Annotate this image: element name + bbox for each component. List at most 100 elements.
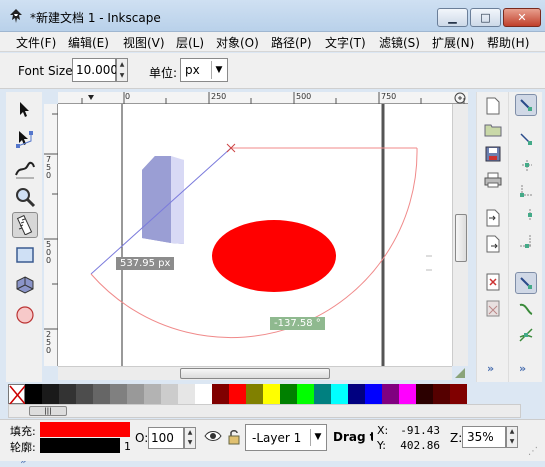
palette-swatch[interactable] bbox=[399, 384, 416, 404]
unit-label: 单位: bbox=[149, 66, 178, 80]
snap-controls-bar: » bbox=[508, 92, 542, 382]
palette-swatch[interactable] bbox=[59, 384, 76, 404]
menu-layer[interactable]: 层(L) bbox=[176, 34, 204, 51]
horizontal-scrollbar-thumb[interactable] bbox=[180, 368, 330, 379]
lock-icon[interactable] bbox=[228, 429, 240, 448]
palette-swatch[interactable] bbox=[178, 384, 195, 404]
menu-path[interactable]: 路径(P) bbox=[271, 34, 312, 51]
new-document-icon[interactable] bbox=[483, 96, 503, 116]
red-ellipse-shape[interactable] bbox=[212, 220, 336, 292]
snap-bbox-corner-icon[interactable] bbox=[515, 178, 537, 200]
snap-enable-icon[interactable] bbox=[515, 94, 537, 116]
palette-swatch[interactable] bbox=[42, 384, 59, 404]
export-icon[interactable] bbox=[483, 234, 503, 254]
snap-center-icon[interactable] bbox=[515, 230, 537, 252]
fill-color-indicator[interactable] bbox=[40, 422, 130, 437]
delete-icon[interactable] bbox=[483, 272, 503, 292]
layer-dropdown[interactable]: -Layer 1 ▼ bbox=[245, 424, 327, 451]
minimize-button[interactable]: ▁ bbox=[437, 8, 468, 27]
palette-swatch[interactable] bbox=[161, 384, 178, 404]
zoom-spinner[interactable]: ▲ ▼ bbox=[506, 426, 518, 448]
palette-swatch[interactable] bbox=[416, 384, 433, 404]
palette-swatch[interactable] bbox=[314, 384, 331, 404]
print-icon[interactable] bbox=[483, 170, 503, 190]
inkscape-logo-icon bbox=[10, 9, 22, 23]
vertical-scrollbar[interactable] bbox=[452, 104, 468, 366]
palette-swatch[interactable] bbox=[450, 384, 467, 404]
drawing-canvas[interactable]: 537.95 px -137.58 ° bbox=[58, 104, 452, 366]
node-tool-icon[interactable] bbox=[12, 126, 38, 152]
palette-swatch[interactable] bbox=[93, 384, 110, 404]
palette-swatch[interactable] bbox=[365, 384, 382, 404]
menu-extensions[interactable]: 扩展(N) bbox=[432, 34, 474, 51]
stroke-width-value[interactable]: 1 bbox=[124, 440, 131, 453]
menu-help[interactable]: 帮助(H) bbox=[487, 34, 529, 51]
unit-dropdown[interactable]: px ▼ bbox=[180, 58, 228, 82]
tweak-tool-icon[interactable] bbox=[12, 156, 38, 182]
palette-swatch[interactable] bbox=[280, 384, 297, 404]
color-management-icon[interactable] bbox=[453, 366, 468, 380]
palette-swatch[interactable] bbox=[297, 384, 314, 404]
snap-bbox-icon[interactable] bbox=[515, 128, 537, 150]
palette-scrollbar[interactable]: ||| bbox=[8, 404, 521, 418]
palette-swatch[interactable] bbox=[195, 384, 212, 404]
menu-object[interactable]: 对象(O) bbox=[216, 34, 259, 51]
palette-swatch[interactable] bbox=[76, 384, 93, 404]
opacity-input[interactable]: 100 bbox=[148, 427, 184, 449]
unit-value: px bbox=[185, 63, 200, 77]
menu-edit[interactable]: 编辑(E) bbox=[68, 34, 109, 51]
open-document-icon[interactable] bbox=[483, 120, 503, 140]
horizontal-scrollbar[interactable] bbox=[58, 366, 452, 380]
commands-more-chevron[interactable]: » bbox=[487, 362, 494, 375]
snap-bbox-edge-icon[interactable] bbox=[515, 154, 537, 176]
menu-text[interactable]: 文字(T) bbox=[325, 34, 366, 51]
palette-scrollbar-thumb[interactable]: ||| bbox=[29, 406, 67, 416]
snap-paths-icon[interactable] bbox=[515, 298, 537, 320]
font-size-spinner[interactable]: ▲ ▼ bbox=[116, 58, 128, 82]
vertical-scrollbar-thumb[interactable] bbox=[455, 214, 467, 262]
close-window-button[interactable]: ✕ bbox=[503, 8, 541, 27]
measure-angle-label: -137.58 ° bbox=[270, 317, 325, 330]
import-icon[interactable] bbox=[483, 208, 503, 228]
palette-swatch[interactable] bbox=[144, 384, 161, 404]
font-size-input[interactable]: 10.000 bbox=[72, 58, 118, 82]
zoom-fit-corner-icon[interactable] bbox=[452, 92, 468, 104]
menu-view[interactable]: 视图(V) bbox=[123, 34, 165, 51]
palette-swatch[interactable] bbox=[110, 384, 127, 404]
palette-swatch[interactable] bbox=[331, 384, 348, 404]
eye-icon[interactable] bbox=[204, 429, 222, 446]
palette-swatch[interactable] bbox=[127, 384, 144, 404]
palette-swatch[interactable] bbox=[246, 384, 263, 404]
zoom-input[interactable]: 35% bbox=[462, 426, 506, 448]
measure-tool-icon[interactable] bbox=[12, 212, 38, 238]
resize-grip-icon[interactable]: ⋰ bbox=[528, 446, 542, 460]
palette-swatch[interactable] bbox=[348, 384, 365, 404]
maximize-button[interactable]: □ bbox=[470, 8, 501, 27]
menu-filters[interactable]: 滤镜(S) bbox=[379, 34, 420, 51]
menu-file[interactable]: 文件(F) bbox=[16, 34, 56, 51]
palette-swatch[interactable] bbox=[382, 384, 399, 404]
snap-intersections-icon[interactable] bbox=[515, 324, 537, 346]
clipboard-icon[interactable] bbox=[483, 298, 503, 318]
palette-swatch[interactable] bbox=[212, 384, 229, 404]
zoom-tool-icon[interactable] bbox=[12, 184, 38, 210]
snap-more-chevron[interactable]: » bbox=[519, 362, 526, 375]
palette-swatch[interactable] bbox=[263, 384, 280, 404]
palette-swatch[interactable] bbox=[433, 384, 450, 404]
palette-swatch[interactable] bbox=[25, 384, 42, 404]
stroke-color-indicator[interactable] bbox=[40, 438, 120, 453]
snap-midpoint-icon[interactable] bbox=[515, 204, 537, 226]
save-icon[interactable] bbox=[483, 144, 503, 164]
status-message: Drag t... bbox=[333, 430, 373, 444]
ellipse-tool-icon[interactable] bbox=[12, 302, 38, 328]
3d-box-tool-icon[interactable] bbox=[12, 272, 38, 298]
palette-swatch[interactable] bbox=[229, 384, 246, 404]
rectangle-tool-icon[interactable] bbox=[12, 242, 38, 268]
no-paint-swatch[interactable] bbox=[8, 384, 26, 405]
opacity-spinner[interactable]: ▲ ▼ bbox=[184, 427, 196, 449]
cursor-x-value: -91.43 bbox=[400, 424, 440, 437]
snap-nodes-icon[interactable] bbox=[515, 272, 537, 294]
ruler-label: 5 0 0 bbox=[46, 240, 52, 265]
zoom-label: Z: bbox=[450, 431, 463, 445]
selector-tool-icon[interactable] bbox=[12, 96, 38, 122]
